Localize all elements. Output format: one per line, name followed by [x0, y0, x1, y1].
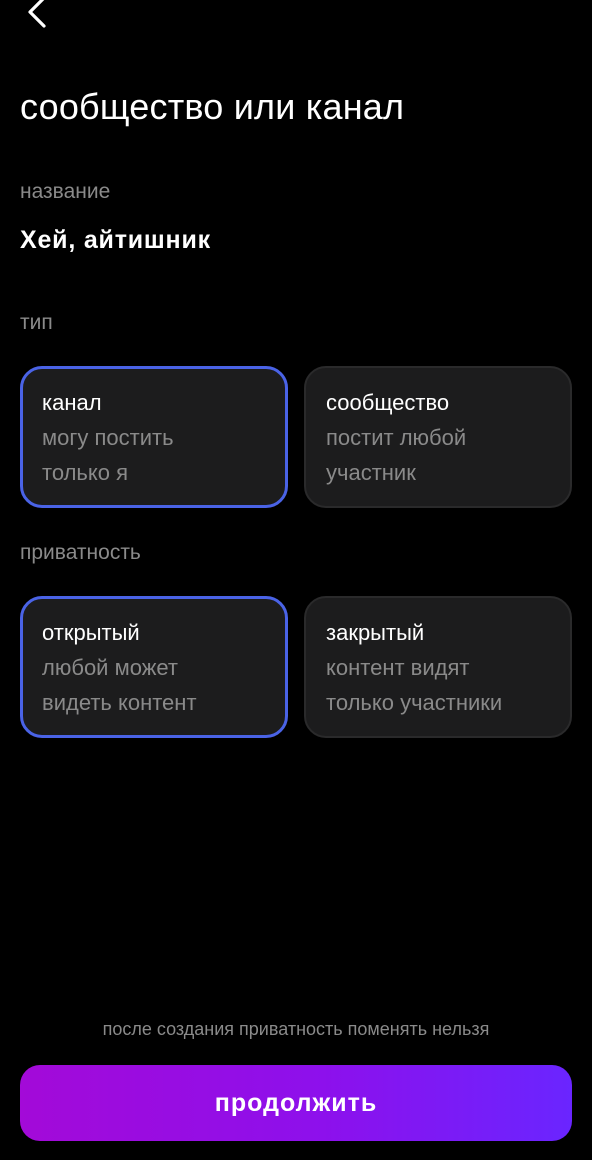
- page-title: сообщество или канал: [20, 86, 405, 127]
- privacy-option-open[interactable]: открытый любой может видеть контент: [20, 596, 288, 738]
- privacy-option-closed-title: закрытый: [326, 619, 425, 645]
- name-section-label: название: [20, 180, 111, 203]
- type-option-channel[interactable]: канал могу постить только я: [20, 366, 288, 508]
- type-option-channel-title: канал: [42, 389, 102, 415]
- type-option-community-description: постит любой участник: [326, 424, 467, 485]
- type-option-community[interactable]: сообщество постит любой участник: [304, 366, 572, 508]
- back-button[interactable]: [14, 0, 60, 34]
- privacy-option-open-description: любой может видеть контент: [42, 654, 197, 715]
- privacy-warning-note: после создания приватность поменять нель…: [102, 1019, 490, 1039]
- type-section-label: тип: [20, 311, 53, 334]
- privacy-option-closed[interactable]: закрытый контент видят только участники: [304, 596, 572, 738]
- type-option-channel-description: могу постить только я: [42, 424, 174, 485]
- continue-button[interactable]: продолжить: [20, 1065, 572, 1141]
- privacy-section-label: приватность: [20, 541, 141, 564]
- privacy-option-closed-description: контент видят только участники: [326, 654, 503, 715]
- type-option-community-title: сообщество: [326, 389, 450, 415]
- community-name-field[interactable]: Хей, айтишник: [20, 226, 211, 255]
- privacy-option-open-title: открытый: [42, 619, 140, 645]
- chevron-left-icon: [28, 0, 46, 28]
